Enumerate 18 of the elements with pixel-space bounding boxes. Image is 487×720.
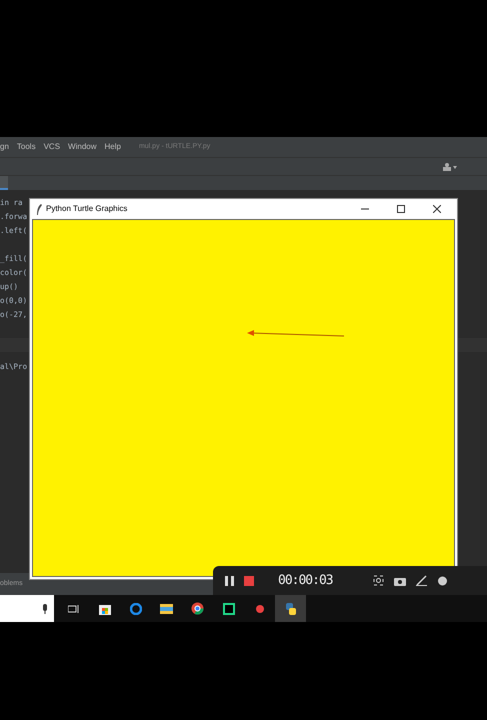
timer: 00:00:03	[278, 572, 333, 590]
microphone-icon[interactable]	[42, 604, 48, 614]
maximize-icon[interactable]	[397, 205, 405, 213]
menu-item[interactable]: VCS	[44, 141, 60, 153]
menu-item[interactable]: gn	[0, 141, 9, 153]
stop-icon[interactable]	[244, 576, 254, 586]
screenshot-region-icon[interactable]	[372, 575, 384, 586]
window-title: Python Turtle Graphics	[46, 203, 128, 215]
user-icon[interactable]	[443, 162, 457, 170]
pen-icon[interactable]	[416, 575, 427, 586]
python-icon[interactable]	[275, 595, 306, 622]
menu-item[interactable]: Window	[68, 141, 96, 153]
menu-item[interactable]: Help	[104, 141, 121, 153]
pause-icon[interactable]	[225, 576, 234, 586]
camera-icon[interactable]	[394, 576, 406, 586]
menu-item[interactable]: Tools	[16, 141, 36, 153]
close-icon[interactable]	[433, 205, 441, 213]
feather-icon	[36, 204, 42, 214]
